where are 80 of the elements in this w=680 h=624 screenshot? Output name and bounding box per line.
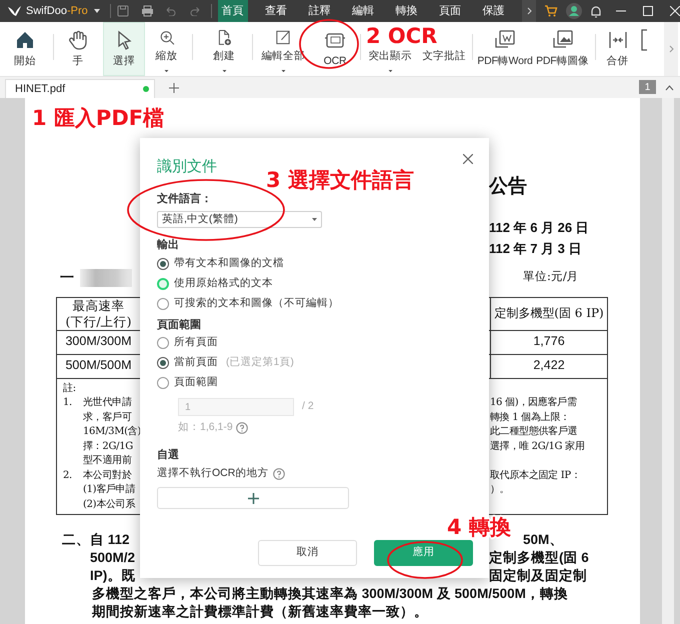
language-dropdown[interactable]: 英語,中文(繁體)	[157, 211, 322, 228]
section-number: 一	[60, 268, 74, 288]
table-header: 定制多機型(固 6 IP)	[494, 306, 604, 321]
list-number: 2.	[63, 468, 73, 482]
note-text: 16 個)，因應客戶需	[490, 397, 577, 408]
annotation-text: 2 OCR	[366, 26, 438, 47]
menu-tab[interactable]: 轉換	[392, 0, 422, 22]
annotation-text: 1 匯入PDF檔	[32, 108, 164, 129]
menu-tab[interactable]: 首頁	[218, 0, 248, 22]
radio-label[interactable]: 所有頁面	[174, 335, 218, 351]
toolbar-button[interactable]: 創建	[200, 22, 248, 76]
app-title: SwifDoo-Pro	[26, 4, 88, 19]
menu-tab[interactable]: 頁面	[435, 0, 466, 22]
toolbar-button[interactable]: 合併	[600, 22, 635, 76]
page-number: 1	[639, 80, 656, 94]
table-cell: 2,422	[533, 358, 565, 374]
toolbar-button[interactable]: 選擇	[103, 22, 145, 76]
unit-text: 單位:元/月	[522, 268, 580, 284]
note-text: (1)客戶申請	[83, 483, 136, 497]
note-text: 求，客戶可	[83, 410, 132, 424]
note-text: 選擇，唯 2G/1G 家用	[490, 440, 585, 452]
radio-label[interactable]: 帶有文本和圖像的文檔	[174, 256, 284, 272]
menu-tab[interactable]: 查看	[261, 0, 292, 22]
page-total: / 2	[302, 399, 314, 414]
toolbar-button[interactable]: 縮放	[148, 22, 185, 76]
hint-text: 如：1,6,1-9	[178, 420, 233, 435]
paragraph-line: 多機型之客戶，本公司將主動轉換其速率為 300M/300M 及 500M/500M，轉換	[92, 586, 568, 600]
table-cell: 1,776	[533, 334, 565, 350]
paragraph-line: 固定制及固定制	[489, 568, 587, 582]
note-text: 取代原本之固定 IP：	[490, 470, 581, 480]
note-text: 轉換 1 個為上限：	[490, 412, 570, 422]
dialog-title: 識別文件	[157, 157, 217, 177]
section-label: 自選	[157, 448, 179, 461]
section-label: 輸出	[157, 239, 179, 251]
toolbar-button[interactable]: OCR	[312, 22, 358, 76]
table-header: 最高速率	[72, 298, 124, 314]
document-tab-label[interactable]: HINET.pdf	[15, 80, 66, 98]
menu-tab[interactable]: 註釋	[304, 0, 335, 22]
radio-label[interactable]: 使用原始格式的文本	[174, 276, 273, 292]
toolbar-button[interactable]: 文字批註	[418, 48, 470, 76]
date-text: 112 年 7 月 3 日	[489, 240, 582, 258]
radio-label[interactable]: 頁面範圍	[174, 375, 218, 391]
toolbar-button[interactable]: 手	[56, 22, 100, 76]
paragraph-line: 定制多機型(固 6	[489, 550, 589, 564]
note-text: (2)本公司系	[83, 498, 136, 512]
toolbar-button[interactable]: 開始	[0, 22, 50, 76]
note-text: ）。	[490, 484, 510, 495]
section-label: 頁面範圍	[157, 318, 201, 330]
paragraph-line: IP)。既	[90, 566, 136, 584]
radio-label[interactable]: 當前頁面	[174, 355, 218, 371]
document-title: 公告	[489, 174, 528, 199]
toolbar-button[interactable]: PDF轉圖像	[535, 22, 590, 76]
toolbar-button[interactable]: 突出顯示	[362, 48, 418, 76]
note-text: 註:	[63, 382, 76, 396]
note-text: 此二種型態供客戶選	[490, 426, 578, 437]
paragraph-line: 50M、	[523, 532, 564, 546]
paragraph-line: 500M/2	[90, 548, 136, 566]
radio-note: (已選定第1頁)	[226, 355, 294, 370]
paragraph-line: 期間按新速率之計費標準計費（新舊速率費率一致）。	[92, 604, 428, 618]
menu-tab[interactable]: 保護	[478, 0, 509, 22]
section-label: 文件語言：	[157, 192, 212, 204]
annotation-text: 3 選擇文件語言	[266, 170, 414, 191]
paragraph-line: 自 112	[90, 530, 130, 548]
cancel-button[interactable]: 取消	[258, 540, 357, 566]
toolbar-button[interactable]: PDF轉Word	[475, 22, 535, 76]
list-number: 1.	[63, 396, 73, 410]
description-text: 選擇不執行OCR的地方	[157, 466, 268, 482]
note-text: 本公司對於	[83, 468, 132, 482]
table-cell: 300M/300M	[65, 334, 132, 350]
table-cell: 500M/500M	[65, 358, 132, 374]
radio-label[interactable]: 可搜索的文本和圖像（不可編輯）	[174, 296, 339, 312]
section-number: 二、	[62, 530, 90, 548]
menu-tab[interactable]: 編輯	[348, 0, 378, 22]
date-text: 112 年 6 月 26 日	[489, 218, 590, 236]
annotation-text: 4 轉換	[447, 517, 511, 538]
note-text: 擇：2G/1G	[83, 440, 133, 454]
note-text: 型不適用前	[83, 454, 132, 468]
note-text: 光世代申請	[83, 396, 132, 410]
table-header: (下行/上行)	[66, 314, 132, 330]
document-tab[interactable]: HINET.pdf	[5, 79, 155, 98]
